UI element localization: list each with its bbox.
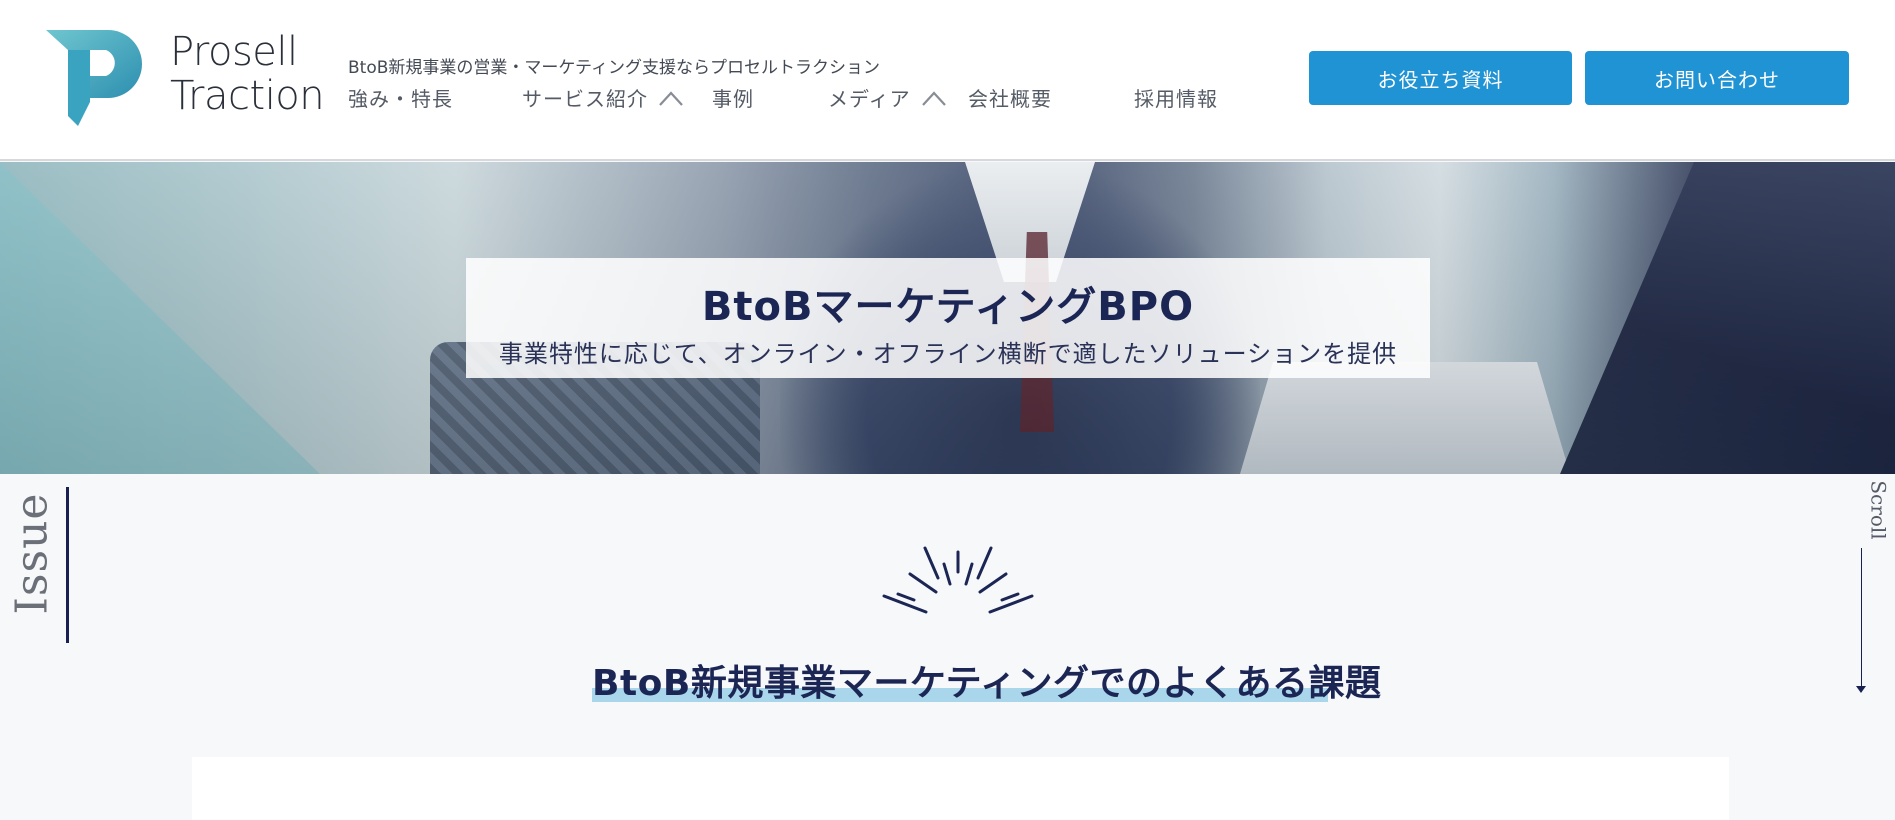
nav-label: メディア xyxy=(828,87,911,111)
logo-line-1: Prosell xyxy=(170,29,298,75)
chevron-up-icon xyxy=(921,90,946,106)
nav-item-strengths[interactable]: 強み・特長 xyxy=(348,83,453,112)
nav-item-company[interactable]: 会社概要 xyxy=(968,83,1052,112)
nav-label: 事例 xyxy=(712,87,754,111)
nav-item-cases[interactable]: 事例 xyxy=(712,83,754,112)
scroll-label-text: Scroll xyxy=(1867,480,1892,540)
arrow-down-icon xyxy=(1856,686,1866,693)
site-header: Prosell Traction BtoB新規事業の営業・マーケティング支援なら… xyxy=(0,0,1895,161)
section-label-issue: Issue xyxy=(6,487,58,619)
page-subtitle: 事業特性に応じて、オンライン・オフライン横断で適したソリューションを提供 xyxy=(498,340,1398,368)
burst-icon xyxy=(882,546,1034,614)
scroll-indicator-line xyxy=(1861,548,1862,688)
section-label-line xyxy=(66,487,69,643)
logo-mark[interactable] xyxy=(46,26,156,126)
chevron-up-icon xyxy=(659,90,683,106)
nav-label: サービス紹介 xyxy=(522,87,648,111)
hero-caption-box: BtoBマーケティングBPO 事業特性に応じて、オンライン・オフライン横断で適し… xyxy=(466,258,1430,378)
logo-p-icon xyxy=(46,30,142,126)
section-heading-text: BtoB新規事業マーケティングでのよくある課題 xyxy=(592,663,1382,704)
logo-line-2: Traction xyxy=(170,73,325,119)
section-label-text: Issue xyxy=(6,492,58,614)
contact-button[interactable]: お問い合わせ xyxy=(1585,51,1849,105)
nav-item-recruit[interactable]: 採用情報 xyxy=(1134,83,1218,112)
section-heading: BtoB新規事業マーケティングでのよくある課題 xyxy=(592,654,1382,706)
nav-item-services[interactable]: サービス紹介 xyxy=(522,83,684,112)
logo-wordmark[interactable]: Prosell Traction xyxy=(170,29,325,119)
site-tagline: BtoB新規事業の営業・マーケティング支援ならプロセルトラクション xyxy=(348,58,881,78)
nav-label: 強み・特長 xyxy=(348,87,453,111)
nav-label: 採用情報 xyxy=(1134,87,1218,111)
nav-item-media[interactable]: メディア xyxy=(828,83,947,112)
hero-banner: BtoBマーケティングBPO 事業特性に応じて、オンライン・オフライン横断で適し… xyxy=(0,162,1895,474)
content-card xyxy=(192,757,1729,820)
nav-label: 会社概要 xyxy=(968,87,1052,111)
scroll-indicator[interactable]: Scroll xyxy=(1864,474,1894,546)
page-title: BtoBマーケティングBPO xyxy=(701,284,1195,330)
resources-button[interactable]: お役立ち資料 xyxy=(1309,51,1572,105)
